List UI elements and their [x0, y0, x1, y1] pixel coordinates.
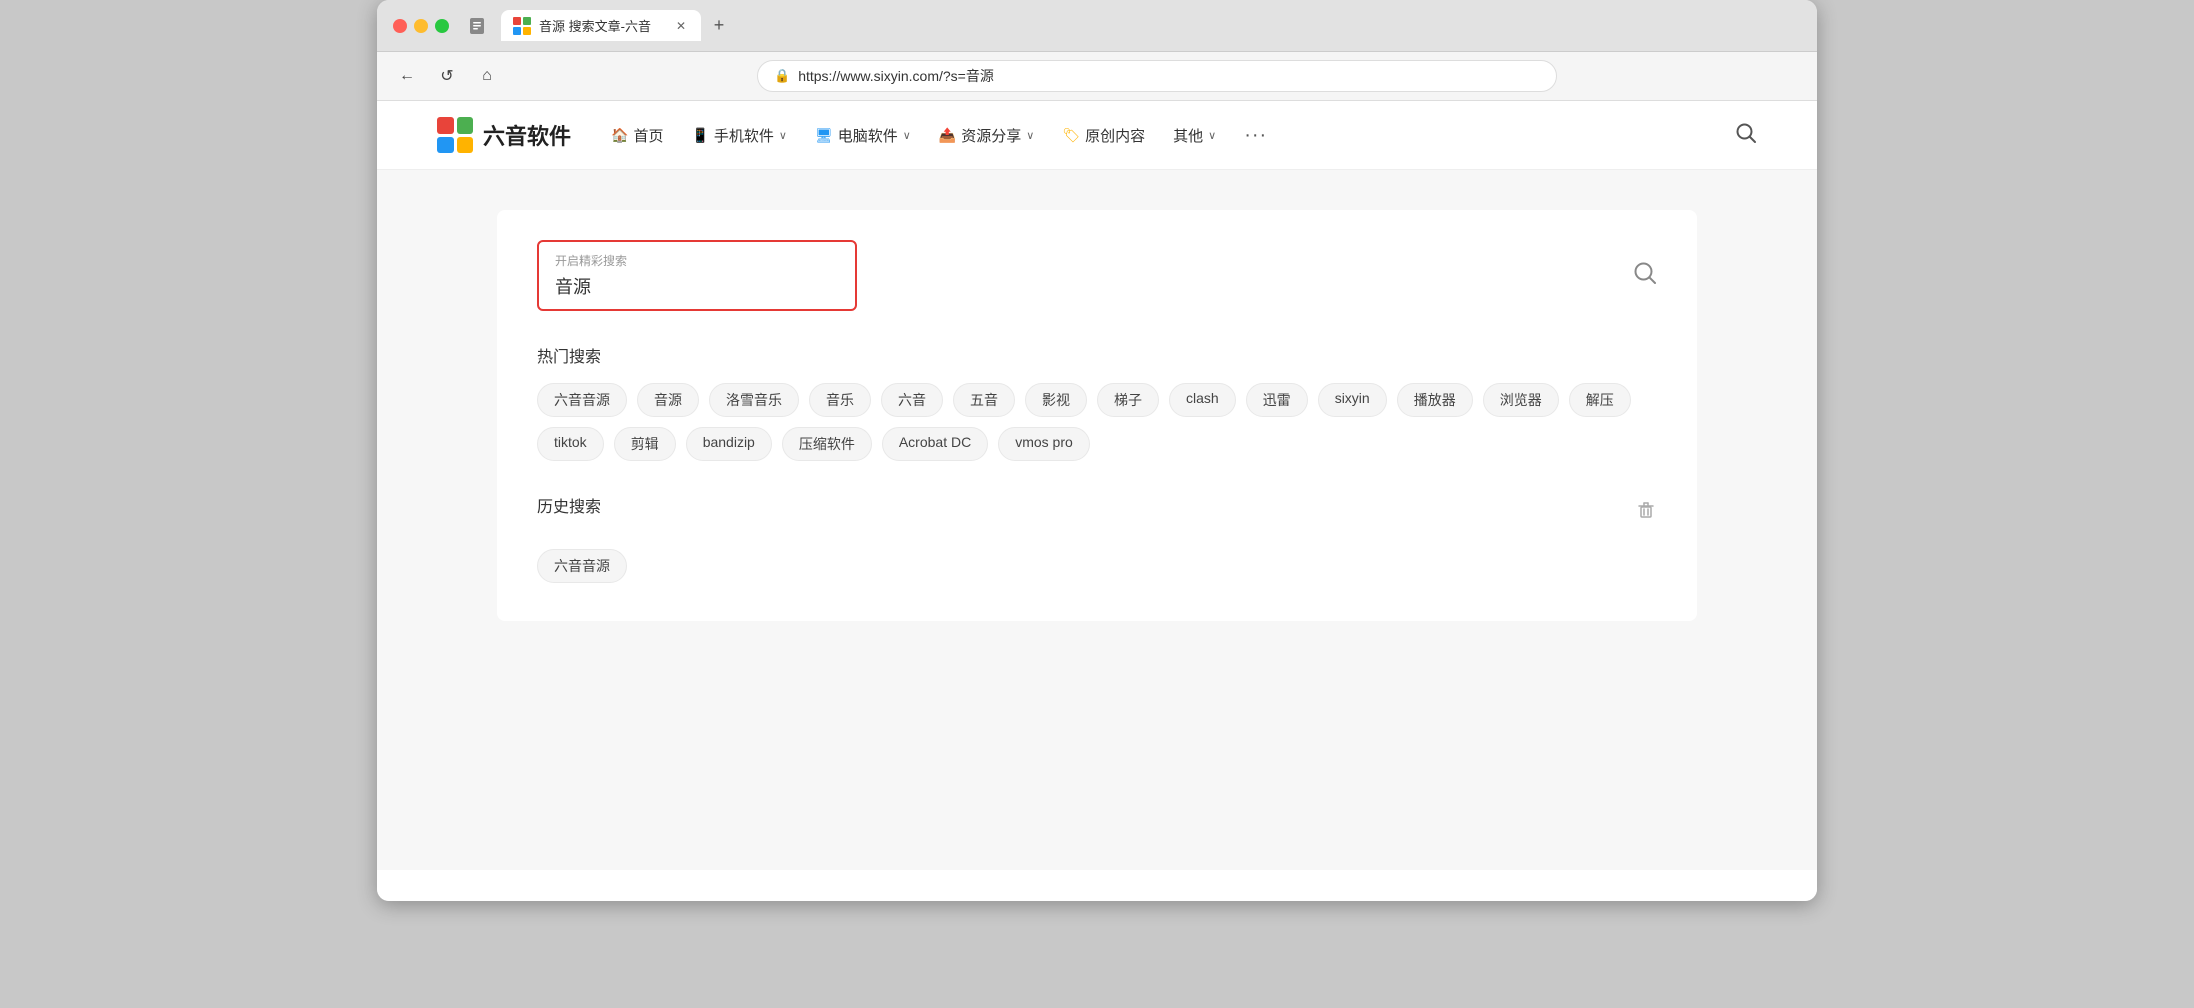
tag-xunlei[interactable]: 迅雷 — [1246, 383, 1308, 417]
history-tag-liuyinyuanyuan[interactable]: 六音音源 — [537, 549, 627, 583]
home-nav-icon: 🏠 — [611, 127, 628, 144]
tag-bandizip[interactable]: bandizip — [686, 427, 772, 461]
hot-search-tags: 六音音源 音源 洛雪音乐 音乐 六音 五音 影视 梯子 clash 迅雷 six… — [537, 383, 1657, 461]
tag-yinyue[interactable]: 音乐 — [809, 383, 871, 417]
nav-item-home[interactable]: 🏠 首页 — [611, 125, 663, 146]
refresh-button[interactable]: ↺ — [433, 62, 461, 90]
nav-other-label: 其他 — [1173, 125, 1203, 146]
mobile-nav-icon: 📱 — [691, 127, 708, 144]
address-bar: ← ↺ ⌂ 🔒 https://www.sixyin.com/?s=音源 — [377, 52, 1817, 101]
clear-history-button[interactable] — [1635, 499, 1657, 527]
search-hint: 开启精彩搜索 — [555, 252, 839, 269]
back-button[interactable]: ← — [393, 62, 421, 90]
tag-acrobat[interactable]: Acrobat DC — [882, 427, 988, 461]
traffic-lights — [393, 19, 449, 33]
nav-original-label: 原创内容 — [1085, 125, 1145, 146]
history-tags: 六音音源 — [537, 549, 1657, 583]
hot-search-title: 热门搜索 — [537, 343, 1657, 367]
tag-bofangqi[interactable]: 播放器 — [1397, 383, 1473, 417]
url-text: https://www.sixyin.com/?s=音源 — [798, 66, 994, 86]
history-search-title: 历史搜索 — [537, 493, 601, 517]
site-logo: 六音软件 — [437, 117, 571, 153]
tag-yingshi[interactable]: 影视 — [1025, 383, 1087, 417]
tab-bar: 音源 搜索文章-六音 ✕ + — [501, 10, 1801, 41]
nav-more-button[interactable]: ··· — [1244, 124, 1267, 147]
title-bar: 音源 搜索文章-六音 ✕ + — [377, 0, 1817, 52]
close-button[interactable] — [393, 19, 407, 33]
nav-computer-label: 电脑软件 — [838, 125, 898, 146]
browser-frame: 音源 搜索文章-六音 ✕ + ← ↺ ⌂ 🔒 https://www.sixyi… — [377, 0, 1817, 901]
history-section: 历史搜索 — [537, 493, 1657, 583]
tag-vmospro[interactable]: vmos pro — [998, 427, 1090, 461]
url-bar[interactable]: 🔒 https://www.sixyin.com/?s=音源 — [757, 60, 1557, 92]
nav-item-other[interactable]: 其他 ∨ — [1173, 125, 1216, 146]
resources-nav-chevron: ∨ — [1026, 129, 1034, 142]
resources-nav-icon: 📤 — [939, 127, 956, 144]
mobile-nav-chevron: ∨ — [779, 129, 787, 142]
maximize-button[interactable] — [435, 19, 449, 33]
tag-jieyai[interactable]: 解压 — [1569, 383, 1631, 417]
home-button[interactable]: ⌂ — [473, 62, 501, 90]
tab-favicon — [513, 17, 531, 35]
tag-yasuo[interactable]: 压缩软件 — [782, 427, 872, 461]
pages-icon — [465, 14, 489, 38]
search-box-container: 开启精彩搜索 音源 — [537, 240, 1657, 311]
site-nav: 🏠 首页 📱 手机软件 ∨ 🖥 电脑软件 ∨ 📤 资源分享 ∨ — [611, 124, 1695, 147]
tag-liuyinyuanyuan[interactable]: 六音音源 — [537, 383, 627, 417]
site-header: 六音软件 🏠 首页 📱 手机软件 ∨ 🖥 电脑软件 ∨ � — [377, 101, 1817, 170]
search-input-wrapper[interactable]: 开启精彩搜索 音源 — [537, 240, 857, 311]
nav-item-computer[interactable]: 🖥 电脑软件 ∨ — [815, 125, 911, 146]
site-search-icon[interactable] — [1735, 122, 1757, 149]
tab-close-button[interactable]: ✕ — [673, 18, 689, 34]
lock-icon: 🔒 — [774, 68, 790, 84]
nav-item-resources[interactable]: 📤 资源分享 ∨ — [939, 125, 1035, 146]
tag-wuyin[interactable]: 五音 — [953, 383, 1015, 417]
tag-luoxueyinyue[interactable]: 洛雪音乐 — [709, 383, 799, 417]
tag-liulanqi[interactable]: 浏览器 — [1483, 383, 1559, 417]
hot-search-section: 热门搜索 六音音源 音源 洛雪音乐 音乐 六音 五音 影视 梯子 clash 迅… — [537, 343, 1657, 461]
active-tab[interactable]: 音源 搜索文章-六音 ✕ — [501, 10, 701, 41]
tag-yinyuan[interactable]: 音源 — [637, 383, 699, 417]
tag-clash[interactable]: clash — [1169, 383, 1236, 417]
tag-tiktok[interactable]: tiktok — [537, 427, 604, 461]
site-logo-text: 六音软件 — [483, 119, 571, 151]
computer-nav-icon: 🖥 — [815, 127, 833, 144]
tag-liuyin[interactable]: 六音 — [881, 383, 943, 417]
search-submit-icon[interactable] — [1633, 261, 1657, 291]
history-header: 历史搜索 — [537, 493, 1657, 533]
search-card: 开启精彩搜索 音源 热门搜索 六音音源 音源 — [497, 210, 1697, 621]
tag-tizi[interactable]: 梯子 — [1097, 383, 1159, 417]
tag-jianji[interactable]: 剪辑 — [614, 427, 676, 461]
tag-sixyin[interactable]: sixyin — [1318, 383, 1387, 417]
nav-item-original[interactable]: 🏷 原创内容 — [1062, 125, 1145, 146]
website-content: 六音软件 🏠 首页 📱 手机软件 ∨ 🖥 电脑软件 ∨ � — [377, 101, 1817, 901]
nav-mobile-label: 手机软件 — [714, 125, 774, 146]
logo-icon — [437, 117, 473, 153]
original-nav-icon: 🏷 — [1062, 127, 1080, 144]
minimize-button[interactable] — [414, 19, 428, 33]
nav-resources-label: 资源分享 — [961, 125, 1021, 146]
tab-title: 音源 搜索文章-六音 — [539, 16, 665, 35]
nav-home-label: 首页 — [633, 125, 663, 146]
computer-nav-chevron: ∨ — [903, 129, 911, 142]
new-tab-button[interactable]: + — [705, 12, 733, 40]
nav-item-mobile[interactable]: 📱 手机软件 ∨ — [691, 125, 787, 146]
other-nav-chevron: ∨ — [1208, 129, 1216, 142]
search-value: 音源 — [555, 273, 839, 299]
main-content: 开启精彩搜索 音源 热门搜索 六音音源 音源 — [377, 170, 1817, 870]
